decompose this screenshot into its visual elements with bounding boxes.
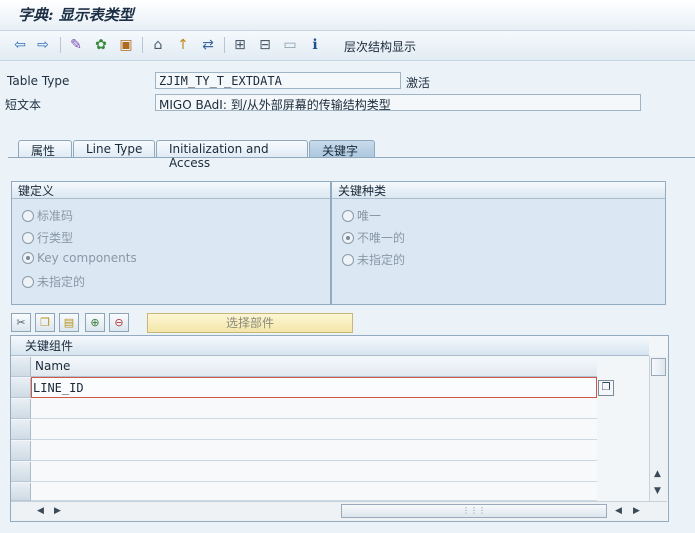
check-icon[interactable]: ▣ [116,36,136,54]
hierarchy-icon[interactable]: ⊞ [230,36,250,54]
horizontal-scroll-thumb[interactable]: ⋮⋮⋮ [341,504,607,518]
row-selector[interactable] [11,378,31,398]
radio-category-unspecified[interactable]: 未指定的 [342,251,405,268]
other-object-icon[interactable]: ✿ [91,36,111,54]
cell-name[interactable]: LINE_ID [33,381,84,395]
vertical-scrollbar[interactable]: ▲ ▼ [649,356,668,501]
scroll-right-icon[interactable]: ▶ [54,506,61,516]
row-selector[interactable] [11,462,31,482]
row-selector[interactable] [11,420,31,440]
radio-circle [22,275,34,288]
key-definition-group: 键定义 标准码 行类型 Key components 未指定的 [11,181,331,305]
radio-circle-selected [342,231,354,244]
short-text-field[interactable]: MIGO BAdI: 到/从外部屏幕的传输结构类型 [155,94,641,112]
table-type-label: Table Type [7,74,70,88]
radio-key-components[interactable]: Key components [22,251,137,265]
horizontal-scrollbar[interactable]: ◀ ▶ ⋮⋮⋮ ◀ ▶ [11,501,667,521]
key-definition-title: 键定义 [12,182,330,199]
scroll-down-icon[interactable]: ▼ [654,486,661,496]
where-used-icon[interactable]: ⌂ [148,36,168,54]
delete-row-icon[interactable]: ⊖ [109,313,129,332]
scroll-left-end-icon[interactable]: ◀ [615,506,622,516]
application-toolbar: ⇦ ⇨ ✎ ✿ ▣ ⌂ ↑ ⇄ ⊞ ⊟ ▭ ℹ 层次结构显示 [0,31,695,61]
hierarchy-display-button[interactable]: 层次结构显示 [344,38,416,55]
tab-strip-line [8,157,695,158]
back-arrow-icon[interactable]: ⇦ [10,36,30,54]
key-category-title: 关键种类 [332,182,665,199]
title-bar: 字典: 显示表类型 [0,0,695,31]
radio-circle [22,209,34,222]
display-change-icon[interactable]: ✎ [66,36,86,54]
table-row[interactable] [31,482,597,501]
tab-keys[interactable]: 关键字 [309,140,375,158]
table-type-field[interactable]: ZJIM_TY_T_EXTDATA [155,72,401,89]
row-selector[interactable] [11,441,31,461]
table-row[interactable] [31,440,597,461]
insert-row-icon[interactable]: ⊕ [85,313,105,332]
key-category-group: 关键种类 唯一 不唯一的 未指定的 [331,181,666,305]
tab-initialization-access[interactable]: Initialization and Access [156,140,308,170]
print-icon[interactable]: ⊟ [255,36,275,54]
row-selector[interactable] [11,399,31,419]
status-text: 激活 [406,76,431,90]
cut-icon[interactable]: ✂ [11,313,31,332]
row-selector[interactable] [11,483,31,501]
scroll-thumb[interactable] [651,358,666,376]
table-row[interactable] [31,461,597,482]
radio-non-unique[interactable]: 不唯一的 [342,229,405,246]
radio-unique[interactable]: 唯一 [342,207,381,224]
tab-attributes[interactable]: 属性 [18,140,72,158]
table-row[interactable]: LINE_ID [31,377,597,398]
select-all-corner[interactable] [11,357,31,377]
radio-circle [342,209,354,222]
radio-circle [22,231,34,244]
navigate-icon[interactable]: ⇄ [198,36,218,54]
radio-circle-selected [22,252,34,264]
scroll-left-icon[interactable]: ◀ [37,506,44,516]
radio-unspecified[interactable]: 未指定的 [22,273,85,290]
copy-icon[interactable]: ❐ [35,313,55,332]
activate-icon[interactable]: ↑ [173,36,193,54]
documentation-icon[interactable]: ▭ [280,36,300,54]
short-text-label: 短文本 [5,98,42,112]
table-row[interactable] [31,398,597,419]
paste-icon[interactable]: ▤ [59,313,79,332]
table-row[interactable] [31,419,597,440]
select-components-button[interactable]: 选择部件 [147,313,353,333]
tab-line-type[interactable]: Line Type [73,140,155,158]
column-header-name[interactable]: Name [31,357,597,377]
key-components-table: 关键组件 Name LINE_ID ❐ ▲ ▼ ◀ ▶ ⋮⋮⋮ ◀ ▶ [10,335,669,522]
radio-row-type[interactable]: 行类型 [22,229,73,246]
key-components-title: 关键组件 [11,336,649,356]
forward-arrow-icon[interactable]: ⇨ [33,36,53,54]
scroll-up-icon[interactable]: ▲ [654,469,661,479]
window-title: 字典: 显示表类型 [18,6,134,24]
scroll-right-end-icon[interactable]: ▶ [633,506,640,516]
radio-standard-key[interactable]: 标准码 [22,207,73,224]
info-icon[interactable]: ℹ [305,36,325,54]
value-help-icon[interactable]: ❐ [598,380,614,396]
radio-circle [342,253,354,266]
